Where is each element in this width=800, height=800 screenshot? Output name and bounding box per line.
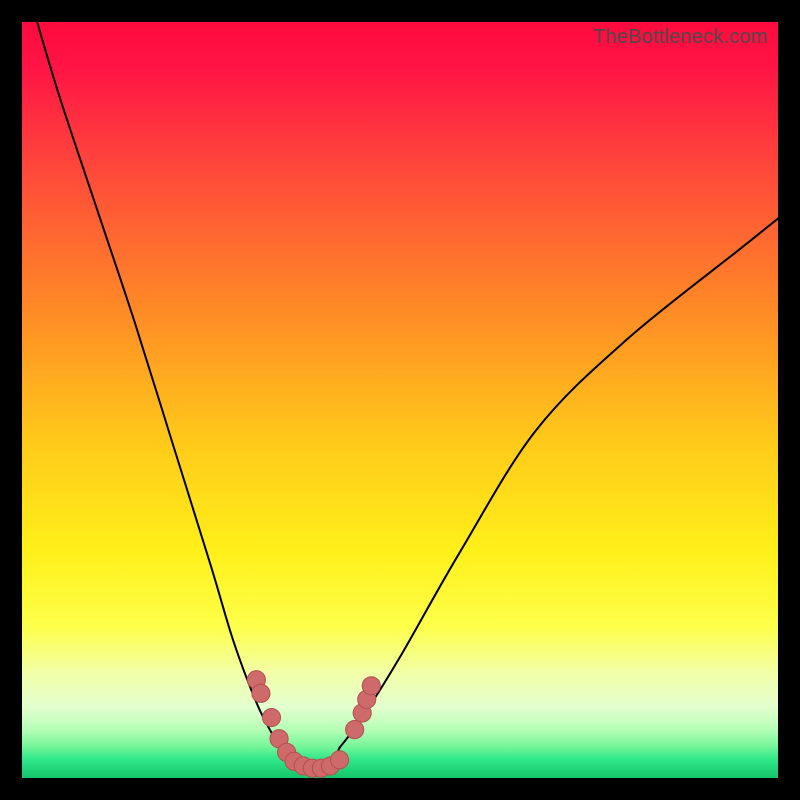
marker-dot	[346, 721, 364, 739]
watermark-text: TheBottleneck.com	[593, 26, 768, 49]
chart-svg	[22, 22, 778, 778]
marker-dot	[330, 751, 348, 769]
marker-dot	[262, 708, 280, 726]
marker-dot	[362, 677, 380, 695]
marker-dot	[252, 684, 270, 702]
plot-area: TheBottleneck.com	[22, 22, 778, 778]
outer-frame: TheBottleneck.com	[0, 0, 800, 800]
gradient-background	[22, 22, 778, 778]
